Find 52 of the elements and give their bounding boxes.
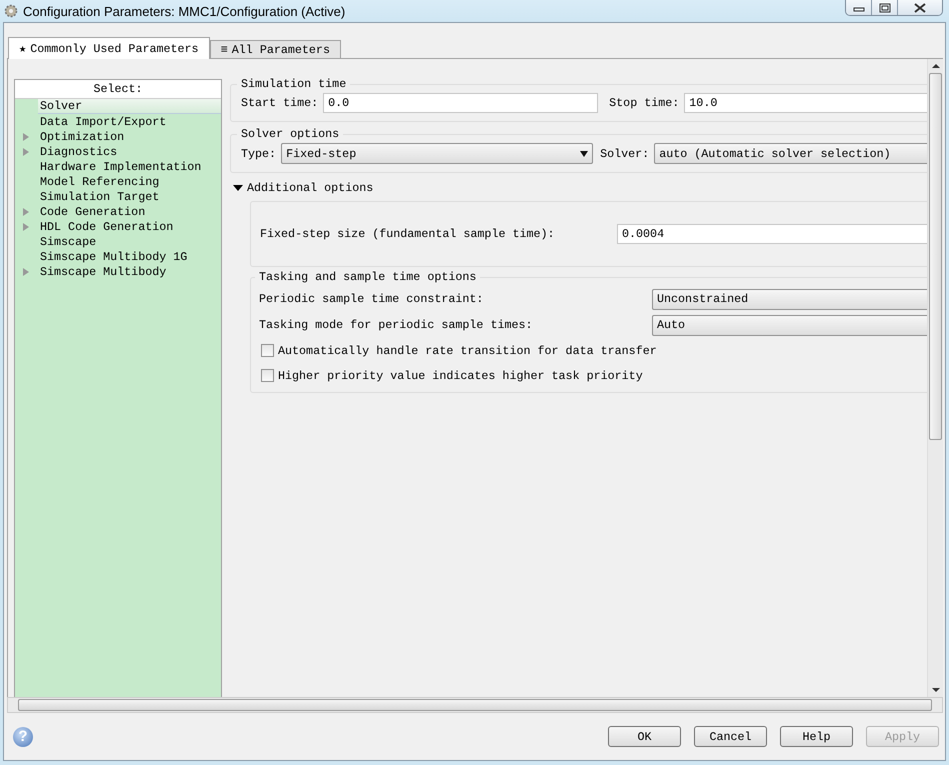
tree-item[interactable]: Simulation Target xyxy=(38,190,221,204)
field-label: Fixed-step size (fundamental sample time): xyxy=(260,227,556,241)
step-size-field[interactable]: 0.0004 xyxy=(617,224,927,244)
dialog-button[interactable]: Help xyxy=(780,726,853,747)
tab[interactable]: ≡ All Parameters xyxy=(210,40,341,58)
tree-item[interactable]: HDL Code Generation xyxy=(38,220,221,234)
checkbox-label: Automatically handle rate transition for data transfer xyxy=(278,344,657,358)
type-dropdown[interactable]: Fixed-step xyxy=(281,143,594,164)
field-label: Periodic sample time constraint: xyxy=(259,292,484,306)
close-icon xyxy=(914,2,926,12)
tree-item[interactable]: Code Generation xyxy=(38,204,221,218)
minimize-button[interactable] xyxy=(846,0,872,15)
gear-icon xyxy=(4,4,18,18)
tree-item[interactable]: Simscape Multibody xyxy=(38,264,221,278)
tree-item[interactable]: Hardware Implementation xyxy=(38,160,221,174)
dialog-button[interactable]: Cancel xyxy=(694,726,767,747)
tree-item[interactable]: Solver xyxy=(38,99,221,114)
maximize-button[interactable] xyxy=(872,0,898,15)
caret-icon xyxy=(580,150,588,156)
solver-dropdown[interactable]: auto (Automatic solver selection) xyxy=(654,143,927,164)
field-label: Tasking mode for periodic sample times: xyxy=(259,318,534,332)
field-label: Stop time: xyxy=(609,96,680,110)
tree-item[interactable]: Simscape Multibody 1G xyxy=(38,250,221,264)
group-title: Solver options xyxy=(240,127,340,141)
dropdown[interactable]: Unconstrained xyxy=(652,288,927,310)
stop-time-field[interactable]: 10.0 xyxy=(684,93,927,113)
maximize-icon xyxy=(878,2,890,12)
tree-item[interactable]: Diagnostics xyxy=(38,144,221,158)
start-time-field[interactable]: 0.0 xyxy=(323,93,598,113)
field-label: Type: xyxy=(241,146,276,160)
close-button[interactable] xyxy=(898,0,942,15)
checkbox[interactable] xyxy=(261,344,274,357)
field-label: Start time: xyxy=(241,96,318,110)
tree-item[interactable]: Optimization xyxy=(38,130,221,144)
horizontal-scrollbar[interactable] xyxy=(7,697,943,713)
tree-header: Select: xyxy=(15,80,221,99)
checkbox-label: Higher priority value indicates higher task priority xyxy=(278,368,643,382)
field-label: Solver: xyxy=(600,146,650,160)
group-title: Tasking and sample time options xyxy=(258,270,478,284)
checkbox[interactable] xyxy=(261,369,274,382)
vertical-scrollbar[interactable] xyxy=(927,59,943,697)
tree-item[interactable]: Model Referencing xyxy=(38,174,221,188)
dropdown[interactable]: Auto xyxy=(652,314,927,336)
expand-icon[interactable] xyxy=(23,268,29,276)
section-title: Additional options xyxy=(247,181,374,195)
tree-item[interactable]: Simscape xyxy=(38,234,221,248)
tree-item[interactable]: Data Import/Export xyxy=(38,114,221,128)
collapse-icon[interactable] xyxy=(233,185,243,191)
group-title: Simulation time xyxy=(240,77,348,91)
window-title: Configuration Parameters: MMC1/Configuration (Active) xyxy=(23,4,346,18)
dialog-button[interactable]: OK xyxy=(608,726,681,747)
tab[interactable]: ★ Commonly Used Parameters xyxy=(8,37,210,59)
